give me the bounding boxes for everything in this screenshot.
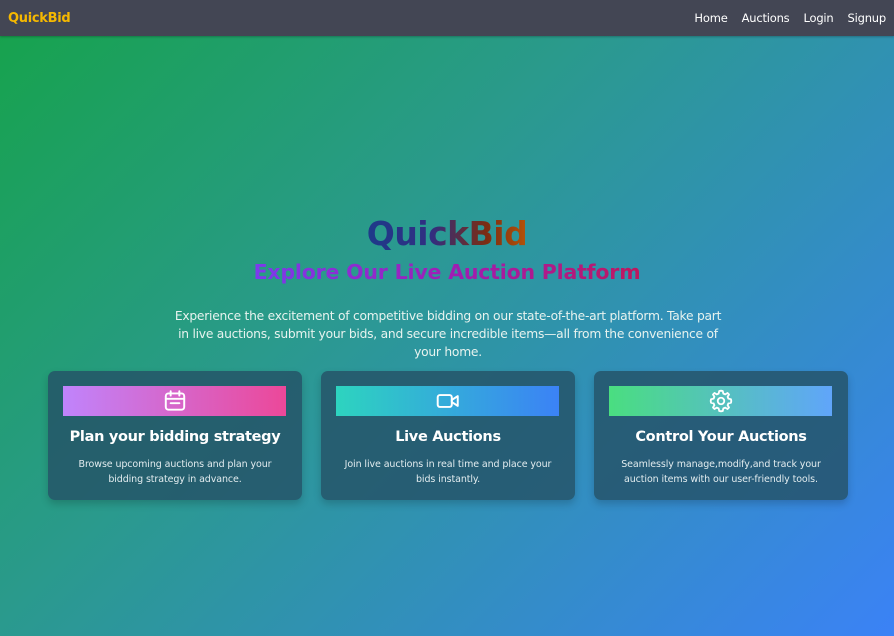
nav-links: Home Auctions Login Signup <box>680 11 886 25</box>
nav-link-login[interactable]: Login <box>803 11 833 25</box>
gear-icon <box>708 388 734 414</box>
hero-title: QuickBid <box>367 212 528 256</box>
nav-link-signup[interactable]: Signup <box>848 11 887 25</box>
card-banner <box>63 386 286 416</box>
video-icon <box>434 388 462 414</box>
card-title: Plan your bidding strategy <box>69 429 281 445</box>
card-description: Browse upcoming auctions and plan your b… <box>78 459 272 485</box>
hero-section: QuickBid Explore Our Live Auction Platfo… <box>0 212 894 286</box>
navbar: QuickBid Home Auctions Login Signup <box>0 0 894 36</box>
hero-subtitle: Explore Our Live Auction Platform <box>253 260 641 284</box>
feature-card-plan: Plan your bidding strategy Browse upcomi… <box>48 371 302 500</box>
hero-description: Experience the excitement of competitive… <box>174 309 722 359</box>
card-description: Join live auctions in real time and plac… <box>344 459 552 485</box>
calendar-icon <box>162 388 188 414</box>
nav-link-home[interactable]: Home <box>694 11 727 25</box>
card-description: Seamlessly manage,modify,and track your … <box>621 459 821 485</box>
card-banner <box>336 386 559 416</box>
card-title: Live Auctions <box>395 429 501 445</box>
feature-card-live: Live Auctions Join live auctions in real… <box>321 371 575 500</box>
feature-card-control: Control Your Auctions Seamlessly manage,… <box>594 371 848 500</box>
card-banner <box>609 386 832 416</box>
brand-logo[interactable]: QuickBid <box>8 11 71 26</box>
nav-link-auctions[interactable]: Auctions <box>742 11 790 25</box>
card-title: Control Your Auctions <box>635 429 807 445</box>
